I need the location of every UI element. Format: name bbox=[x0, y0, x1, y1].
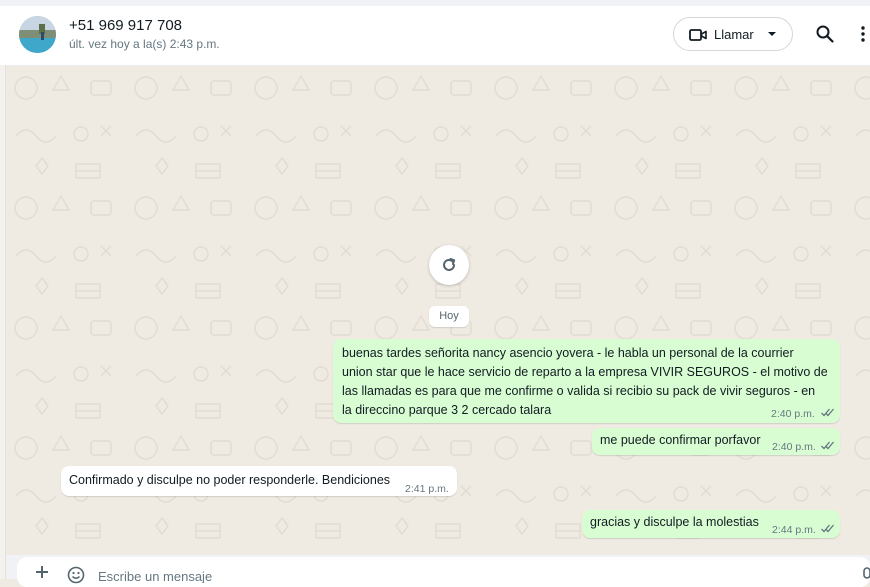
message-line: buenas tardes señorita nancy asencio yov… bbox=[342, 346, 794, 360]
message-time: 2:44 p.m. bbox=[772, 524, 816, 536]
microphone-icon[interactable] bbox=[861, 567, 870, 583]
chevron-down-icon bbox=[768, 32, 776, 36]
incoming-message[interactable]: Confirmado y disculpe no poder responder… bbox=[61, 466, 457, 496]
date-separator: Hoy bbox=[429, 306, 469, 327]
plus-icon[interactable] bbox=[35, 565, 49, 579]
avatar[interactable] bbox=[19, 16, 56, 53]
outgoing-message[interactable]: gracias y disculpe la molestias 2:44 p.m… bbox=[582, 510, 840, 538]
call-button-label: Llamar bbox=[714, 27, 754, 42]
message-input[interactable] bbox=[98, 569, 798, 583]
video-icon bbox=[689, 29, 707, 41]
message-text: me puede confirmar porfavor bbox=[600, 433, 761, 447]
search-icon bbox=[816, 25, 834, 43]
contact-name[interactable]: +51 969 917 708 bbox=[69, 17, 182, 34]
chat-header[interactable]: +51 969 917 708 últ. vez hoy a la(s) 2:4… bbox=[0, 6, 870, 66]
message-time: 2:40 p.m. bbox=[771, 408, 815, 420]
message-text: buenas tardes señorita nancy asencio yov… bbox=[342, 344, 837, 420]
message-area[interactable]: Hoy buenas tardes señorita nancy asencio… bbox=[6, 66, 870, 555]
read-receipt-icon bbox=[821, 408, 834, 417]
message-text: gracias y disculpe la molestias bbox=[590, 515, 759, 529]
emoji-icon[interactable] bbox=[67, 566, 85, 584]
last-seen-status: últ. vez hoy a la(s) 2:43 p.m. bbox=[69, 37, 220, 51]
outgoing-message[interactable]: buenas tardes señorita nancy asencio yov… bbox=[333, 339, 840, 423]
message-line: la direccino parque 3 2 cercado talara bbox=[342, 403, 552, 417]
message-composer[interactable] bbox=[6, 555, 870, 587]
message-time: 2:40 p.m. bbox=[772, 441, 816, 453]
call-button[interactable]: Llamar bbox=[673, 17, 793, 51]
menu-icon bbox=[861, 26, 865, 42]
read-receipt-icon bbox=[821, 441, 834, 450]
refresh-icon bbox=[443, 258, 456, 271]
read-receipt-icon bbox=[821, 524, 834, 533]
message-line: las llamadas es para que me confirme o v… bbox=[342, 384, 816, 398]
message-line: union star que le hace servicio de repar… bbox=[342, 365, 828, 379]
message-text: Confirmado y disculpe no poder responder… bbox=[69, 473, 391, 487]
search-button[interactable] bbox=[815, 24, 839, 48]
menu-button[interactable] bbox=[860, 24, 870, 48]
avatar-photo bbox=[19, 16, 56, 53]
load-older-messages-button[interactable] bbox=[429, 245, 469, 285]
outgoing-message[interactable]: me puede confirmar porfavor 2:40 p.m. bbox=[592, 428, 840, 455]
message-time: 2:41 p.m. bbox=[405, 483, 449, 495]
